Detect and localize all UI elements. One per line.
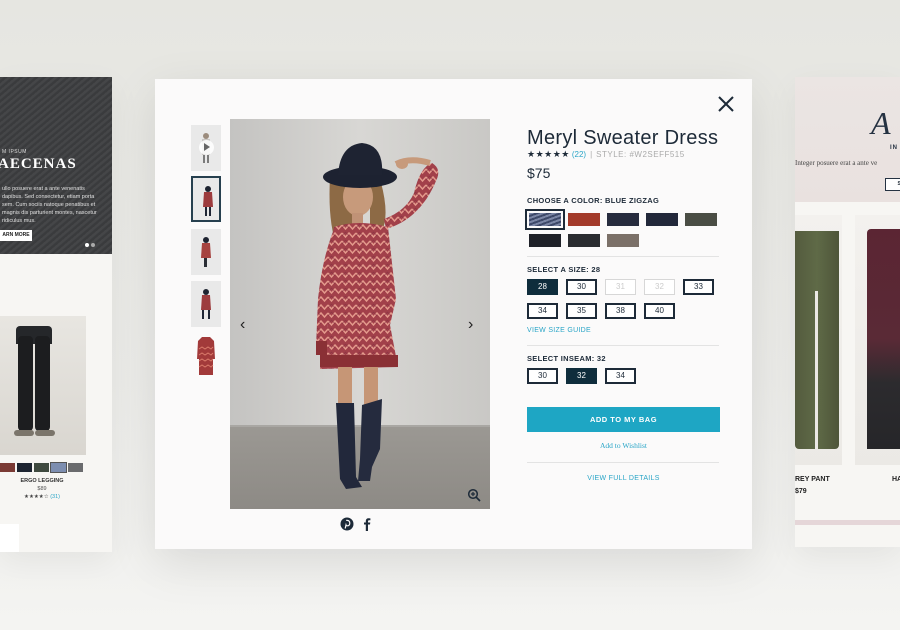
left-card-footer-block (0, 524, 19, 552)
product-price: $75 (527, 165, 551, 181)
legging-review-count[interactable]: (31) (50, 494, 60, 500)
zoom-in-icon[interactable] (467, 488, 481, 502)
color-swatch[interactable] (685, 213, 717, 226)
add-to-wishlist-link[interactable]: Add to Wishlist (527, 441, 720, 450)
size-button[interactable]: 28 (527, 279, 558, 295)
pant-price: $79 (795, 488, 807, 495)
inseam-button[interactable]: 34 (605, 368, 636, 384)
learn-more-button[interactable]: ARN MORE (0, 230, 32, 241)
size-label: SELECT A SIZE: 28 (527, 265, 601, 274)
hero-kicker: M IPSUM (2, 149, 27, 155)
color-swatch[interactable] (529, 234, 561, 247)
model-figure (316, 143, 439, 489)
legging-rating: ★★★★☆ (31) (0, 494, 84, 500)
dress-thumbnail-figure (203, 186, 213, 216)
color-swatch[interactable] (525, 209, 565, 230)
thumbnail-video[interactable] (191, 125, 221, 171)
separator: | (590, 150, 593, 159)
dress-thumbnail-figure (201, 237, 211, 267)
thumbnail-flat[interactable] (191, 333, 221, 379)
quick-view-modal: ‹ › Meryl Sweater Dress ★★★★★ (22) | STYLE:… (155, 79, 752, 549)
dress-flat-figure (197, 337, 215, 375)
shop-button[interactable]: SH (885, 178, 900, 191)
legging-swatch[interactable] (17, 463, 32, 472)
view-full-details-link[interactable]: VIEW FULL DETAILS (527, 475, 720, 482)
divider (527, 256, 719, 257)
size-button[interactable]: 35 (566, 303, 597, 319)
legging-product-image[interactable] (0, 316, 86, 455)
inseam-button[interactable]: 30 (527, 368, 558, 384)
main-product-image[interactable]: ‹ › (230, 119, 490, 509)
size-guide-link[interactable]: VIEW SIZE GUIDE (527, 327, 591, 334)
size-button[interactable]: 40 (644, 303, 675, 319)
size-button[interactable]: 38 (605, 303, 636, 319)
carousel-dot[interactable] (85, 243, 89, 247)
color-swatch[interactable] (646, 213, 678, 226)
facebook-icon[interactable] (360, 517, 374, 531)
hero-kicker: IN (890, 145, 898, 151)
dress-thumbnail-figure (201, 289, 211, 319)
thumbnail-walking[interactable] (191, 281, 221, 327)
inseam-label: SELECT INSEAM: 32 (527, 354, 606, 363)
play-icon[interactable] (199, 140, 214, 155)
carousel-dot[interactable] (91, 243, 95, 247)
left-preview-card: M IPSUM AECENAS ullo posuere erat a ante… (0, 77, 112, 552)
pant-name-2[interactable]: HA (892, 476, 900, 483)
inseam-button[interactable]: 32 (566, 368, 597, 384)
divider (527, 345, 719, 346)
chevron-left-icon[interactable]: ‹ (240, 316, 245, 334)
hero-body: Integer posuere erat a ante ve (795, 159, 878, 167)
add-to-bag-button[interactable]: ADD TO MY BAG (527, 407, 720, 432)
size-button[interactable]: 31 (605, 279, 636, 295)
chevron-right-icon[interactable]: › (468, 316, 473, 334)
legging-name[interactable]: ERGO LEGGING (0, 478, 84, 484)
legging-color-swatches[interactable] (0, 459, 85, 477)
rating-stars: ★★★★★ (527, 149, 570, 159)
legging-swatch[interactable] (68, 463, 83, 472)
size-button[interactable]: 32 (644, 279, 675, 295)
color-swatch[interactable] (607, 234, 639, 247)
hero-script-title: A (871, 105, 891, 141)
rating-row: ★★★★★ (22) | STYLE: #W2SEFF515 (527, 149, 685, 160)
legging-illustration (14, 326, 55, 436)
hero-title: AECENAS (0, 156, 77, 172)
pant-name[interactable]: REY PANT (795, 476, 830, 483)
pant-illustration-2 (867, 229, 900, 449)
thumbnail-front[interactable] (191, 176, 221, 222)
review-count-link[interactable]: (22) (572, 150, 586, 159)
divider (527, 462, 719, 463)
product-title: Meryl Sweater Dress (527, 127, 719, 149)
color-label: CHOOSE A COLOR: BLUE ZIGZAG (527, 196, 660, 205)
pant-product-image[interactable] (795, 215, 842, 465)
legging-swatch[interactable] (50, 462, 67, 473)
pant-product-image-2[interactable] (855, 215, 900, 465)
pant-illustration (795, 231, 839, 449)
legging-stars: ★★★★☆ (24, 494, 49, 500)
hero-body: ullo posuere erat a ante venenatis dapib… (2, 186, 97, 224)
size-button[interactable]: 33 (683, 279, 714, 295)
style-number: STYLE: #W2SEFF515 (596, 150, 685, 159)
legging-swatch[interactable] (34, 463, 49, 472)
left-hero-banner: M IPSUM AECENAS ullo posuere erat a ante… (0, 77, 112, 254)
size-button[interactable]: 34 (527, 303, 558, 319)
color-swatch[interactable] (568, 213, 600, 226)
right-card-footer-bar (795, 520, 900, 525)
carousel-dots[interactable] (85, 234, 97, 252)
close-icon[interactable] (717, 95, 735, 113)
pinterest-icon[interactable] (340, 517, 354, 531)
right-hero-banner: A IN Integer posuere erat a ante ve SH (795, 77, 900, 202)
size-button[interactable]: 30 (566, 279, 597, 295)
thumbnail-side[interactable] (191, 229, 221, 275)
right-preview-card: A IN Integer posuere erat a ante ve SH R… (795, 77, 900, 547)
color-swatch[interactable] (607, 213, 639, 226)
legging-price: $89 (37, 486, 47, 492)
color-swatch[interactable] (568, 234, 600, 247)
legging-swatch[interactable] (0, 463, 15, 472)
